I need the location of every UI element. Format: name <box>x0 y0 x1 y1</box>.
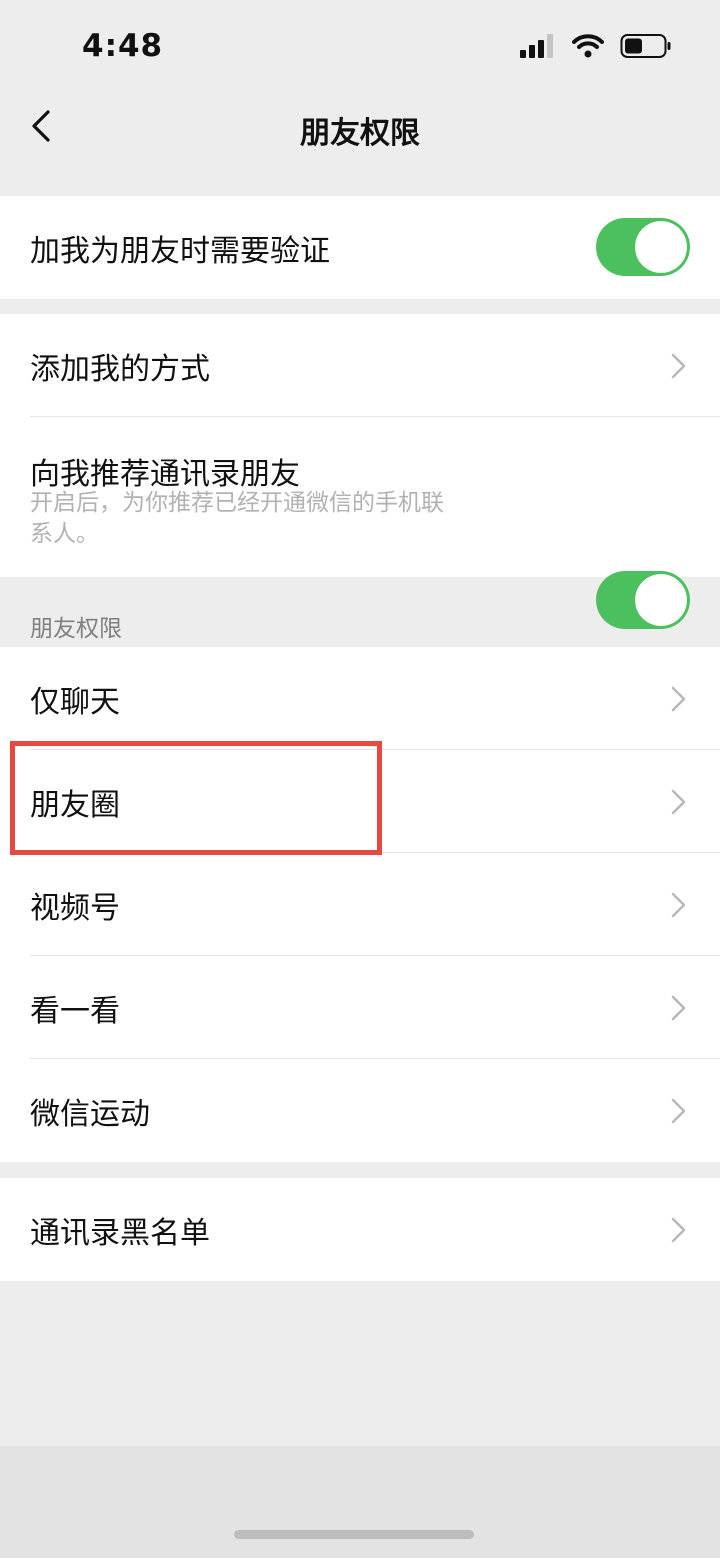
signal-icon <box>520 34 553 58</box>
wifi-icon <box>572 34 604 58</box>
list-item-channels[interactable]: 视频号 <box>0 853 720 956</box>
list-item-label: 微信运动 <box>30 1097 150 1132</box>
verify-row: 加我为朋友时需要验证 <box>0 196 720 299</box>
toggle-knob <box>635 221 687 273</box>
blacklist-group: 通讯录黑名单 <box>0 1178 720 1281</box>
add-methods-label: 添加我的方式 <box>30 352 210 387</box>
bottom-panel <box>0 1446 720 1558</box>
list-item-label: 仅聊天 <box>30 685 120 720</box>
list-item-wechat-sports[interactable]: 微信运动 <box>0 1059 720 1162</box>
highlight-box <box>10 741 382 855</box>
list-item-top-stories[interactable]: 看一看 <box>0 956 720 1059</box>
toggle-knob <box>635 574 687 626</box>
permissions-group: 仅聊天 朋友圈 视频号 看一看 微信运动 <box>0 647 720 1162</box>
chevron-right-icon <box>671 1098 686 1124</box>
list-item-label: 看一看 <box>30 994 120 1029</box>
blacklist-row[interactable]: 通讯录黑名单 <box>0 1178 720 1281</box>
status-bar: 4:48 <box>0 0 720 92</box>
navigation-bar: 朋友权限 <box>0 92 720 166</box>
recommend-toggle[interactable] <box>596 571 690 629</box>
verify-toggle[interactable] <box>596 218 690 276</box>
recommend-label: 向我推荐通讯录朋友 <box>30 457 300 492</box>
verify-group: 加我为朋友时需要验证 <box>0 196 720 299</box>
blacklist-label: 通讯录黑名单 <box>30 1216 210 1251</box>
chevron-right-icon <box>671 686 686 712</box>
chevron-right-icon <box>671 1217 686 1243</box>
page-title: 朋友权限 <box>300 116 420 151</box>
battery-icon <box>620 34 671 58</box>
chevron-right-icon <box>671 995 686 1021</box>
status-icons <box>520 33 672 59</box>
home-indicator[interactable] <box>234 1530 474 1539</box>
verify-label: 加我为朋友时需要验证 <box>30 234 330 269</box>
list-item-chat-only[interactable]: 仅聊天 <box>0 647 720 750</box>
section-header-permissions: 朋友权限 <box>30 616 122 642</box>
chevron-right-icon <box>671 789 686 815</box>
chevron-right-icon <box>671 892 686 918</box>
recommend-sublabel: 开启后，为你推荐已经开通微信的手机联系人。 <box>30 490 444 547</box>
status-time: 4:48 <box>82 28 164 64</box>
chevron-right-icon <box>671 353 686 379</box>
add-methods-row[interactable]: 添加我的方式 <box>0 314 720 417</box>
list-item-label: 视频号 <box>30 891 120 926</box>
